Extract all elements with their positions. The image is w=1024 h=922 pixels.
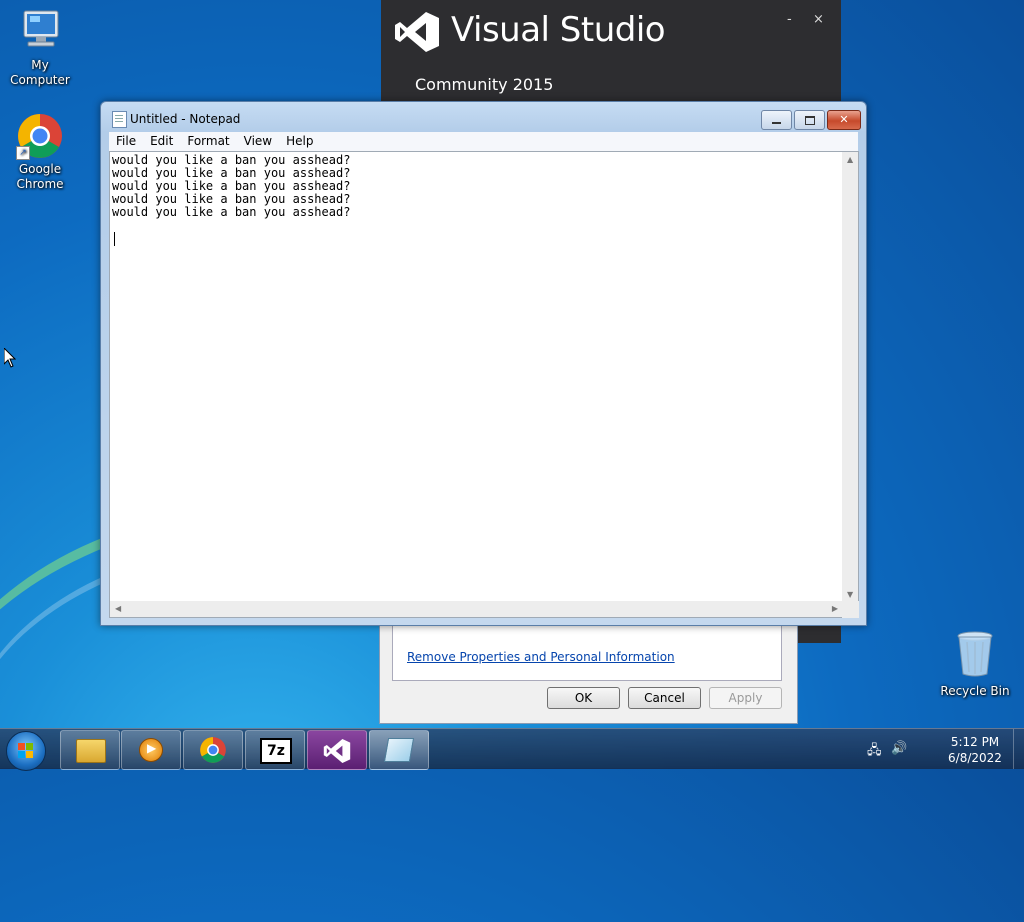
notepad-window: Untitled - Notepad ✕ File Edit Format View H… <box>100 101 867 626</box>
taskbar-visual-studio[interactable] <box>307 730 367 770</box>
properties-details-box: Remove Properties and Personal Informati… <box>392 617 782 681</box>
desktop-icon-label: My Computer <box>10 58 70 87</box>
menu-bar: File Edit Format View Help <box>109 132 858 151</box>
maximize-icon <box>804 115 815 125</box>
vs-splash-title: Visual Studio <box>451 10 666 50</box>
ok-button[interactable]: OK <box>547 687 620 709</box>
taskbar-notepad[interactable] <box>369 730 429 770</box>
vs-splash-edition: Community 2015 <box>415 75 554 94</box>
taskbar-chrome[interactable] <box>183 730 243 770</box>
notepad-title: Untitled - Notepad <box>130 112 241 126</box>
play-icon: ▶ <box>147 741 157 755</box>
shortcut-arrow-icon: ↗ <box>16 146 30 160</box>
maximize-button[interactable] <box>794 110 825 130</box>
visual-studio-logo-icon <box>395 12 439 55</box>
minimize-icon <box>772 121 781 124</box>
editor-content: would you like a ban you asshead? would … <box>112 153 351 219</box>
visual-studio-icon <box>323 739 351 766</box>
vertical-scrollbar[interactable]: ▲ ▼ <box>842 151 859 603</box>
network-icon[interactable]: 🖧 <box>867 741 882 763</box>
scroll-down-icon[interactable]: ▼ <box>847 590 853 599</box>
desktop-icon-google-chrome[interactable]: ↗ Google Chrome <box>0 112 80 192</box>
chrome-icon <box>199 736 227 767</box>
close-icon: ✕ <box>839 113 849 126</box>
desktop-icon-label: Google Chrome <box>16 162 64 191</box>
desktop-icon-my-computer[interactable]: My Computer <box>0 8 80 88</box>
menu-file[interactable]: File <box>109 132 143 151</box>
taskbar-media-player[interactable]: ▶ <box>121 730 181 770</box>
menu-help[interactable]: Help <box>279 132 320 151</box>
minimize-button[interactable] <box>761 110 792 130</box>
menu-edit[interactable]: Edit <box>143 132 180 151</box>
show-desktop-button[interactable] <box>1013 729 1024 769</box>
horizontal-scrollbar[interactable]: ◀ ▶ <box>109 601 844 618</box>
scroll-up-icon[interactable]: ▲ <box>847 155 853 164</box>
close-button[interactable]: ✕ <box>827 110 861 130</box>
windows-logo-icon <box>18 743 34 759</box>
vs-close-button[interactable]: × <box>813 12 824 27</box>
apply-button[interactable]: Apply <box>709 687 782 709</box>
mouse-pointer-icon <box>3 346 17 371</box>
notepad-app-icon <box>112 111 127 128</box>
system-clock[interactable]: 5:12 PM 6/8/2022 <box>935 734 1015 766</box>
computer-icon <box>0 8 80 56</box>
taskbar: ▶ 7z 🖧 🔊 5:12 PM 6/8/2022 <box>0 728 1024 771</box>
recycle-bin-icon <box>935 630 1015 682</box>
clock-date: 6/8/2022 <box>948 751 1002 765</box>
7zip-icon: 7z <box>260 738 292 764</box>
text-editor-area[interactable]: would you like a ban you asshead? would … <box>109 151 843 603</box>
remove-properties-link[interactable]: Remove Properties and Personal Informati… <box>407 650 675 664</box>
taskbar-7zip[interactable]: 7z <box>245 730 305 770</box>
size-grip[interactable] <box>842 601 859 618</box>
chrome-icon: ↗ <box>16 112 64 160</box>
desktop-icon-recycle-bin[interactable]: Recycle Bin <box>935 630 1015 699</box>
volume-icon[interactable]: 🔊 <box>891 741 907 756</box>
vs-minimize-button[interactable]: - <box>787 12 792 27</box>
windows-explorer-icon <box>76 739 106 763</box>
desktop-icon-label: Recycle Bin <box>940 684 1010 698</box>
taskbar-explorer[interactable] <box>60 730 120 770</box>
menu-view[interactable]: View <box>237 132 279 151</box>
scroll-left-icon[interactable]: ◀ <box>115 604 121 613</box>
menu-format[interactable]: Format <box>180 132 236 151</box>
cancel-button[interactable]: Cancel <box>628 687 701 709</box>
scroll-right-icon[interactable]: ▶ <box>832 604 838 613</box>
clock-time: 5:12 PM <box>950 735 1000 749</box>
text-caret <box>114 232 115 246</box>
notepad-icon <box>383 738 415 762</box>
start-button[interactable] <box>6 731 46 771</box>
